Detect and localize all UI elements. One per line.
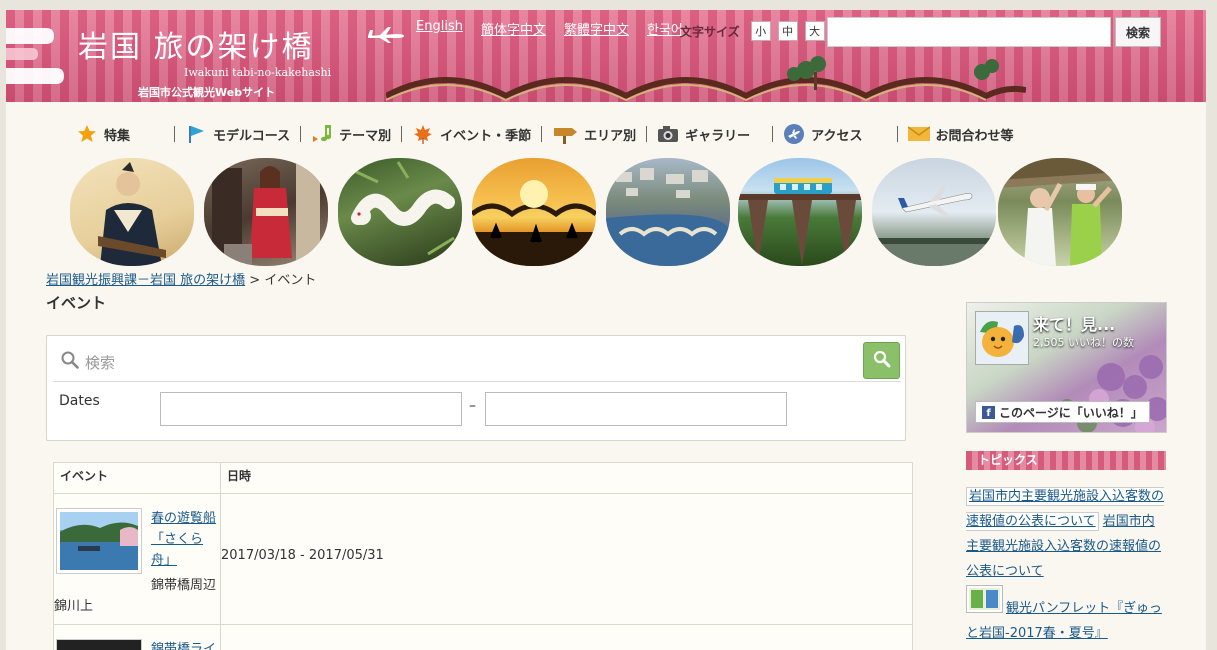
event-search-panel: 検索 Dates – — [46, 335, 906, 441]
nav-item-label: イベント・季節 — [440, 128, 532, 144]
nav-item-contact[interactable]: お問合わせ等 — [907, 122, 1014, 146]
airport-plane-photo[interactable] — [872, 158, 996, 266]
search-icon — [873, 350, 891, 372]
train-bridge-photo[interactable] — [738, 158, 862, 266]
search-placeholder: 検索 — [85, 354, 116, 372]
facebook-like-count: 2,505 いいね！の数 — [1033, 336, 1134, 349]
event-location-cont: 錦川上 — [54, 599, 94, 614]
nav-item-area[interactable]: エリア別 — [552, 122, 636, 146]
page: 岩国 旅の架け橋 Iwakuni tabi-no-kakehashi 岩国市公式… — [6, 10, 1206, 650]
font-size-label: 文字サイズ — [680, 24, 740, 39]
table-row: 錦帯橋ライ — [54, 624, 912, 650]
column-header-datetime: 日時 — [227, 469, 252, 483]
lang-simplified-chinese-link[interactable]: 簡体字中文 — [481, 19, 546, 38]
kimono-woman-photo[interactable] — [204, 158, 328, 266]
date-from-input[interactable] — [160, 392, 462, 426]
date-range-separator: – — [469, 398, 476, 414]
kintai-bridge-illustration — [386, 56, 1026, 102]
language-nav: English 簡体字中文 繁體字中文 한국어 — [416, 19, 701, 38]
star-icon — [76, 124, 98, 144]
dates-label: Dates — [59, 393, 100, 409]
lang-korean-link[interactable]: 한국어 — [647, 19, 683, 38]
bridge-sunset-photo[interactable] — [472, 158, 596, 266]
events-table: イベント 日時 春の遊覧船 「さくら舟」 錦帯橋周辺 錦川上 2017/03/1… — [53, 462, 913, 650]
facebook-icon: f — [982, 405, 995, 419]
nav-item-feature[interactable]: 特集 — [76, 122, 130, 146]
event-date: 2017/03/18 - 2017/05/31 — [221, 548, 384, 563]
site-logo[interactable]: 岩国 旅の架け橋 Iwakuni tabi-no-kakehashi 岩国市公式… — [66, 18, 356, 99]
nav-item-label: テーマ別 — [339, 128, 392, 144]
nav-item-label: アクセス — [811, 128, 863, 144]
nav-item-label: モデルコース — [213, 128, 291, 144]
topic-link[interactable]: 観光パンフレット『ぎゅっと岩国-2017春・夏号』 — [966, 601, 1162, 641]
event-location: 錦帯橋周辺 — [151, 578, 217, 593]
camera-icon — [657, 124, 679, 144]
logo-romanized: Iwakuni tabi-no-kakehashi — [184, 66, 332, 79]
facebook-like-label: このページに「いいね！」 — [999, 405, 1143, 420]
breadcrumb-separator: > — [249, 273, 261, 288]
breadcrumb-home-link[interactable]: 岩国観光振興課－岩国 旅の架け橋 — [46, 273, 245, 288]
flag-icon — [185, 124, 207, 144]
nav-item-model-course[interactable]: モデルコース — [185, 122, 290, 146]
nav-item-access[interactable]: アクセス — [783, 122, 863, 146]
topics-heading: トピックス — [966, 451, 1166, 470]
guide-photo[interactable] — [998, 158, 1122, 266]
lang-english-link[interactable]: English — [416, 19, 463, 38]
logo-subtitle: 岩国市公式観光Webサイト — [138, 86, 276, 99]
facebook-page-avatar — [975, 311, 1029, 365]
nav-item-label: 特集 — [104, 128, 131, 144]
logo-title: 岩国 旅の架け橋 — [78, 30, 314, 65]
search-submit-button[interactable] — [863, 342, 900, 379]
signpost-icon — [552, 124, 578, 144]
font-size-large-button[interactable]: 大 — [804, 21, 825, 41]
nav-item-label: ギャラリー — [685, 128, 751, 144]
nav-item-gallery[interactable]: ギャラリー — [657, 122, 750, 146]
white-snake-photo[interactable] — [338, 158, 462, 266]
header-search-input[interactable] — [827, 17, 1111, 47]
airplane-icon — [783, 124, 805, 144]
font-size-control: 文字サイズ 小 中 大 — [680, 21, 825, 41]
event-search-input[interactable]: 検索 — [53, 340, 901, 382]
facebook-like-button[interactable]: f このページに「いいね！」 — [975, 401, 1150, 423]
font-size-small-button[interactable]: 小 — [750, 21, 771, 41]
column-header-event: イベント — [54, 463, 221, 493]
topic-item: 岩国市内主要観光施設入込客数の速報値の公表について 岩国市内主要観光施設入込客数… — [966, 484, 1166, 584]
event-title-link[interactable]: 錦帯橋ライ — [151, 639, 221, 650]
facebook-page-name: 来て！見... — [1033, 315, 1116, 334]
envelope-icon — [907, 124, 930, 144]
topic-item: 観光パンフレット『ぎゅっと岩国-2017春・夏号』 — [966, 596, 1166, 646]
airplane-icon — [368, 27, 404, 43]
font-size-medium-button[interactable]: 中 — [777, 21, 798, 41]
nav-item-label: お問合わせ等 — [935, 128, 1014, 144]
breadcrumb: 岩国観光振興課－岩国 旅の架け橋 > イベント — [46, 269, 316, 288]
event-thumbnail[interactable] — [56, 508, 142, 574]
main-nav: 特集 モデルコース テーマ別 イベント・季節 エリア別 ギャラリー アクセス お… — [76, 122, 1014, 146]
event-title-link[interactable]: 春の遊覧船 「さくら舟」 — [151, 508, 221, 571]
nav-item-events-season[interactable]: イベント・季節 — [412, 122, 531, 146]
nav-item-label: エリア別 — [584, 128, 637, 144]
samurai-portrait-photo[interactable] — [70, 158, 194, 266]
music-note-icon — [311, 124, 333, 144]
facebook-page-widget[interactable]: 来て！見... 2,505 いいね！の数 f このページに「いいね！」 — [966, 302, 1167, 433]
event-thumbnail[interactable] — [56, 639, 142, 650]
page-title: イベント — [46, 294, 107, 312]
breadcrumb-current: イベント — [264, 273, 317, 288]
maple-leaf-icon — [412, 124, 434, 144]
lang-traditional-chinese-link[interactable]: 繁體字中文 — [564, 19, 629, 38]
search-icon — [61, 351, 79, 373]
nav-item-theme[interactable]: テーマ別 — [311, 122, 391, 146]
date-to-input[interactable] — [485, 392, 787, 426]
bridge-aerial-photo[interactable] — [606, 158, 730, 266]
header-search-button[interactable]: 検索 — [1115, 17, 1161, 47]
site-header: 岩国 旅の架け橋 Iwakuni tabi-no-kakehashi 岩国市公式… — [6, 10, 1206, 102]
table-row: 春の遊覧船 「さくら舟」 錦帯橋周辺 錦川上 2017/03/18 - 2017… — [54, 493, 912, 624]
